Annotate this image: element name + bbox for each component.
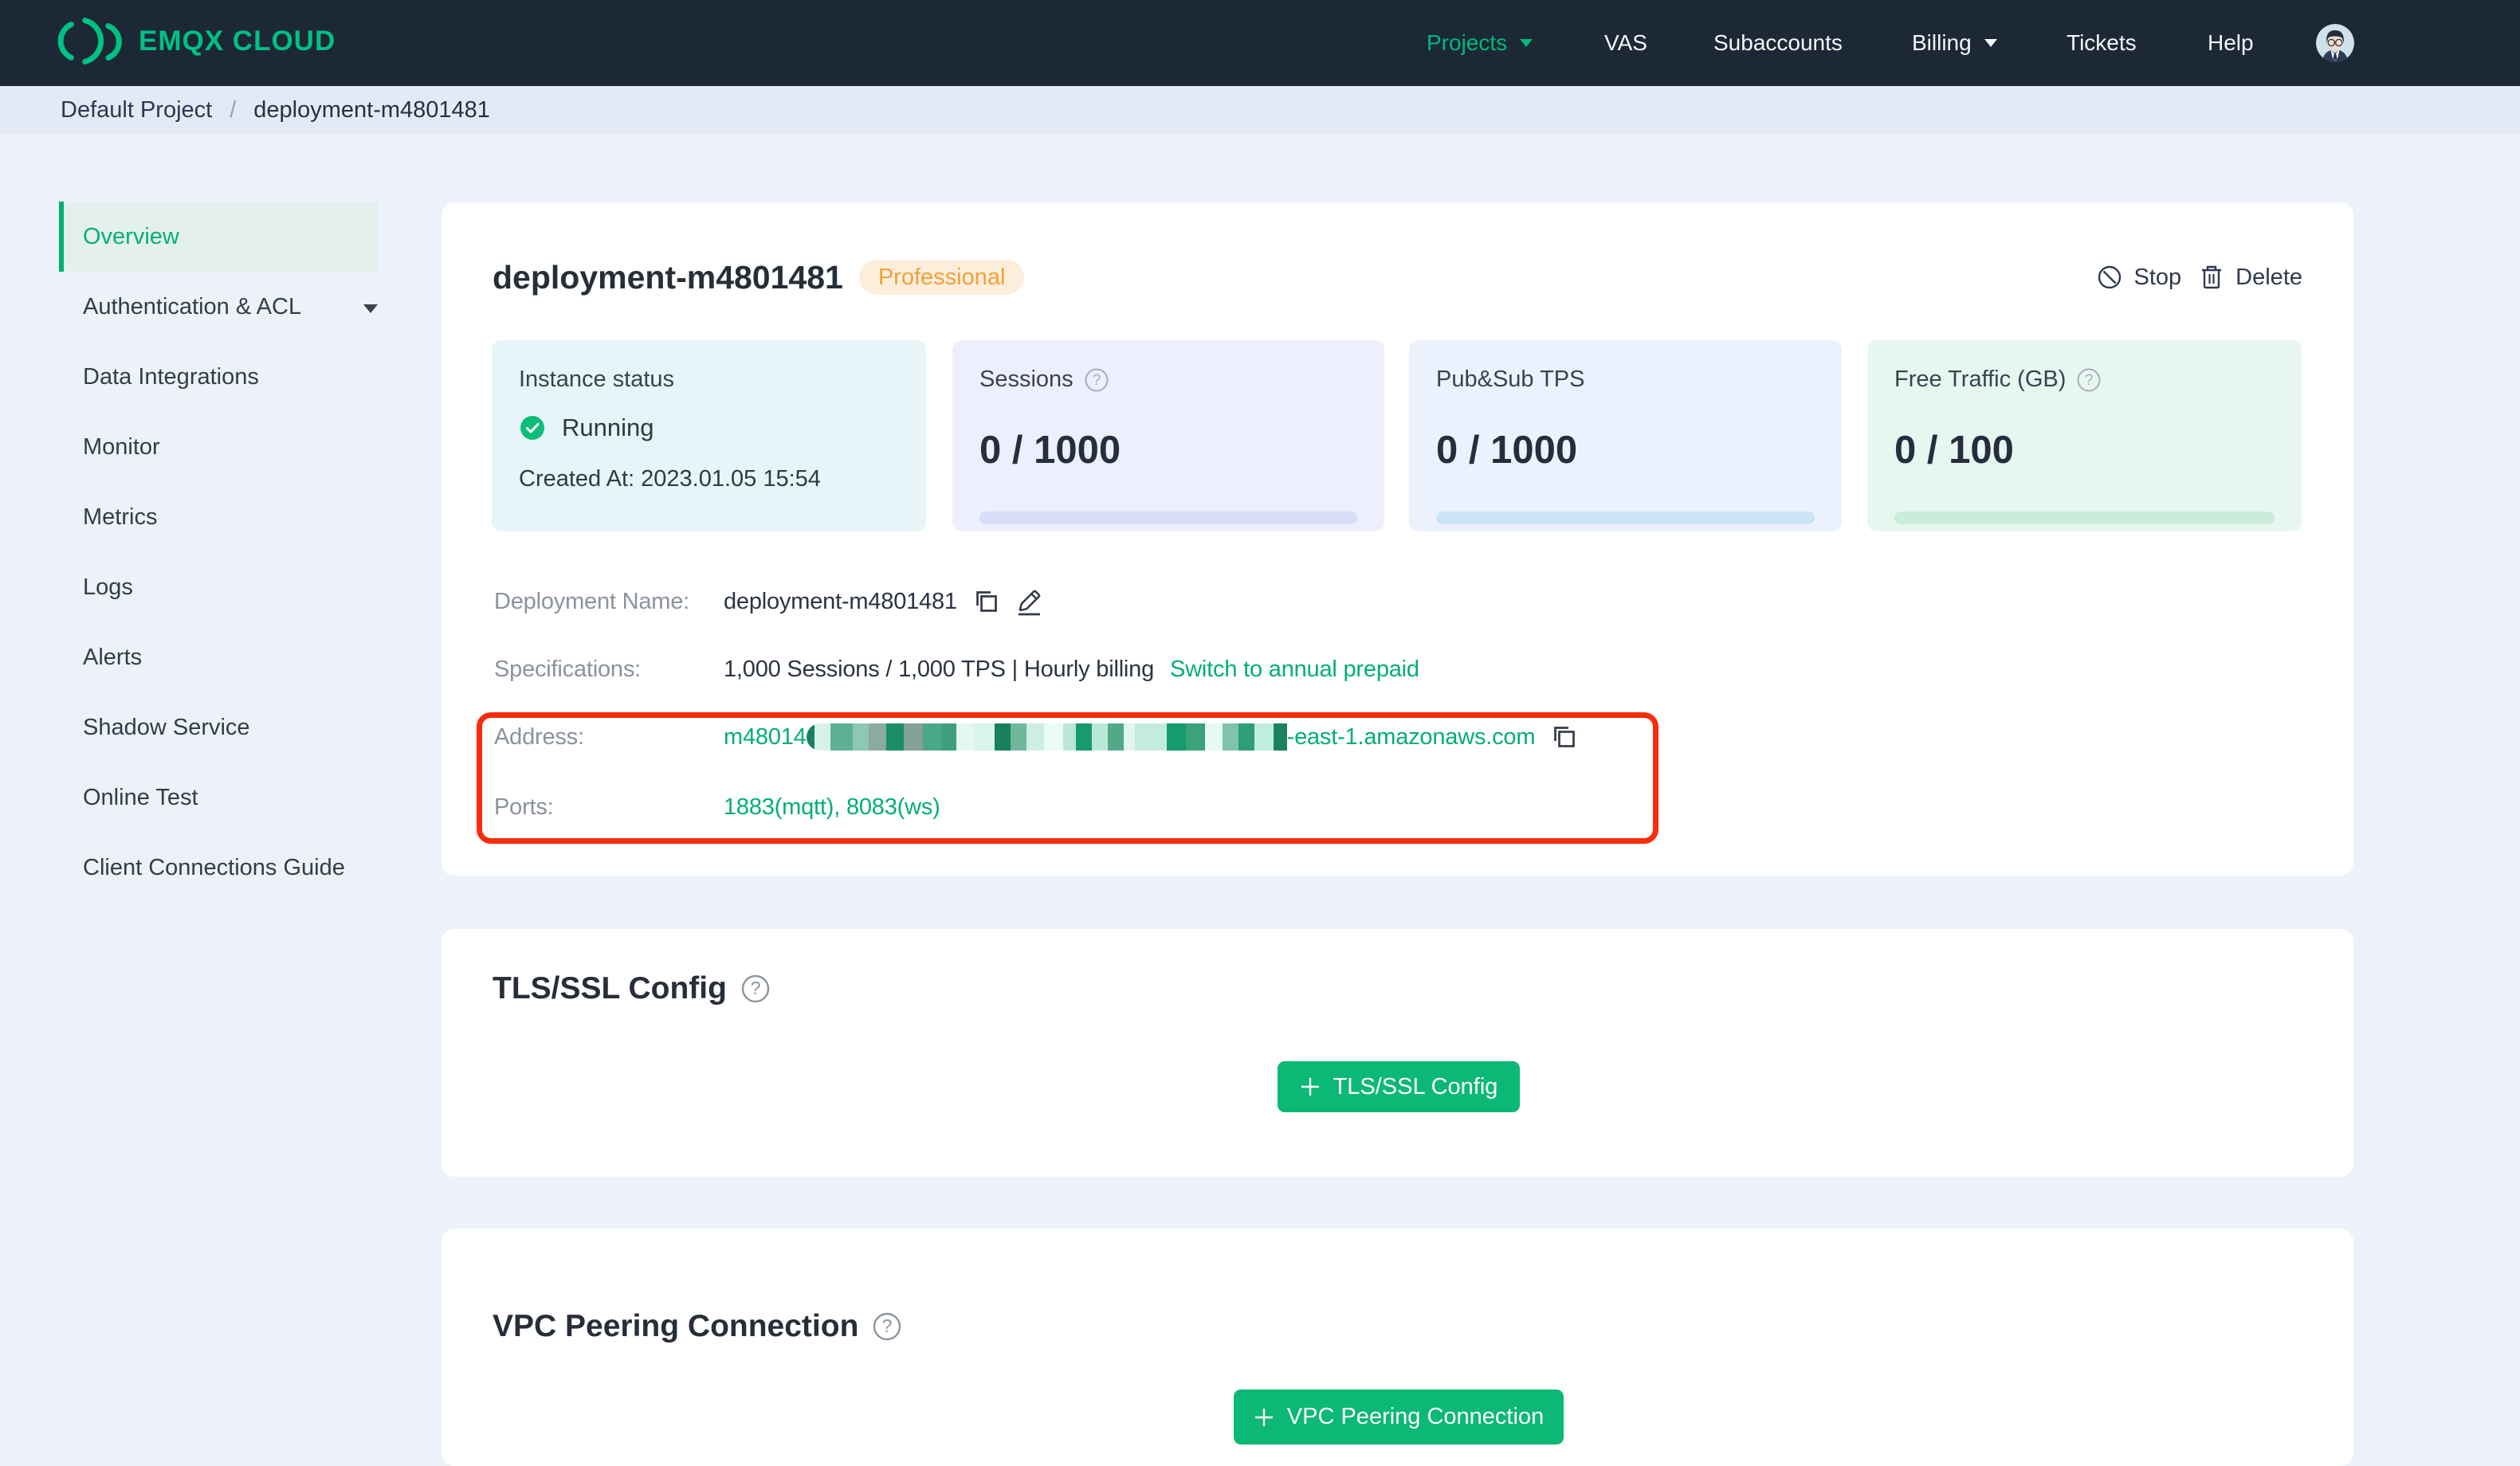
svg-text:?: ? <box>751 978 761 998</box>
svg-text:?: ? <box>2085 372 2094 389</box>
svg-text:?: ? <box>882 1315 893 1336</box>
svg-text:?: ? <box>1092 372 1101 389</box>
